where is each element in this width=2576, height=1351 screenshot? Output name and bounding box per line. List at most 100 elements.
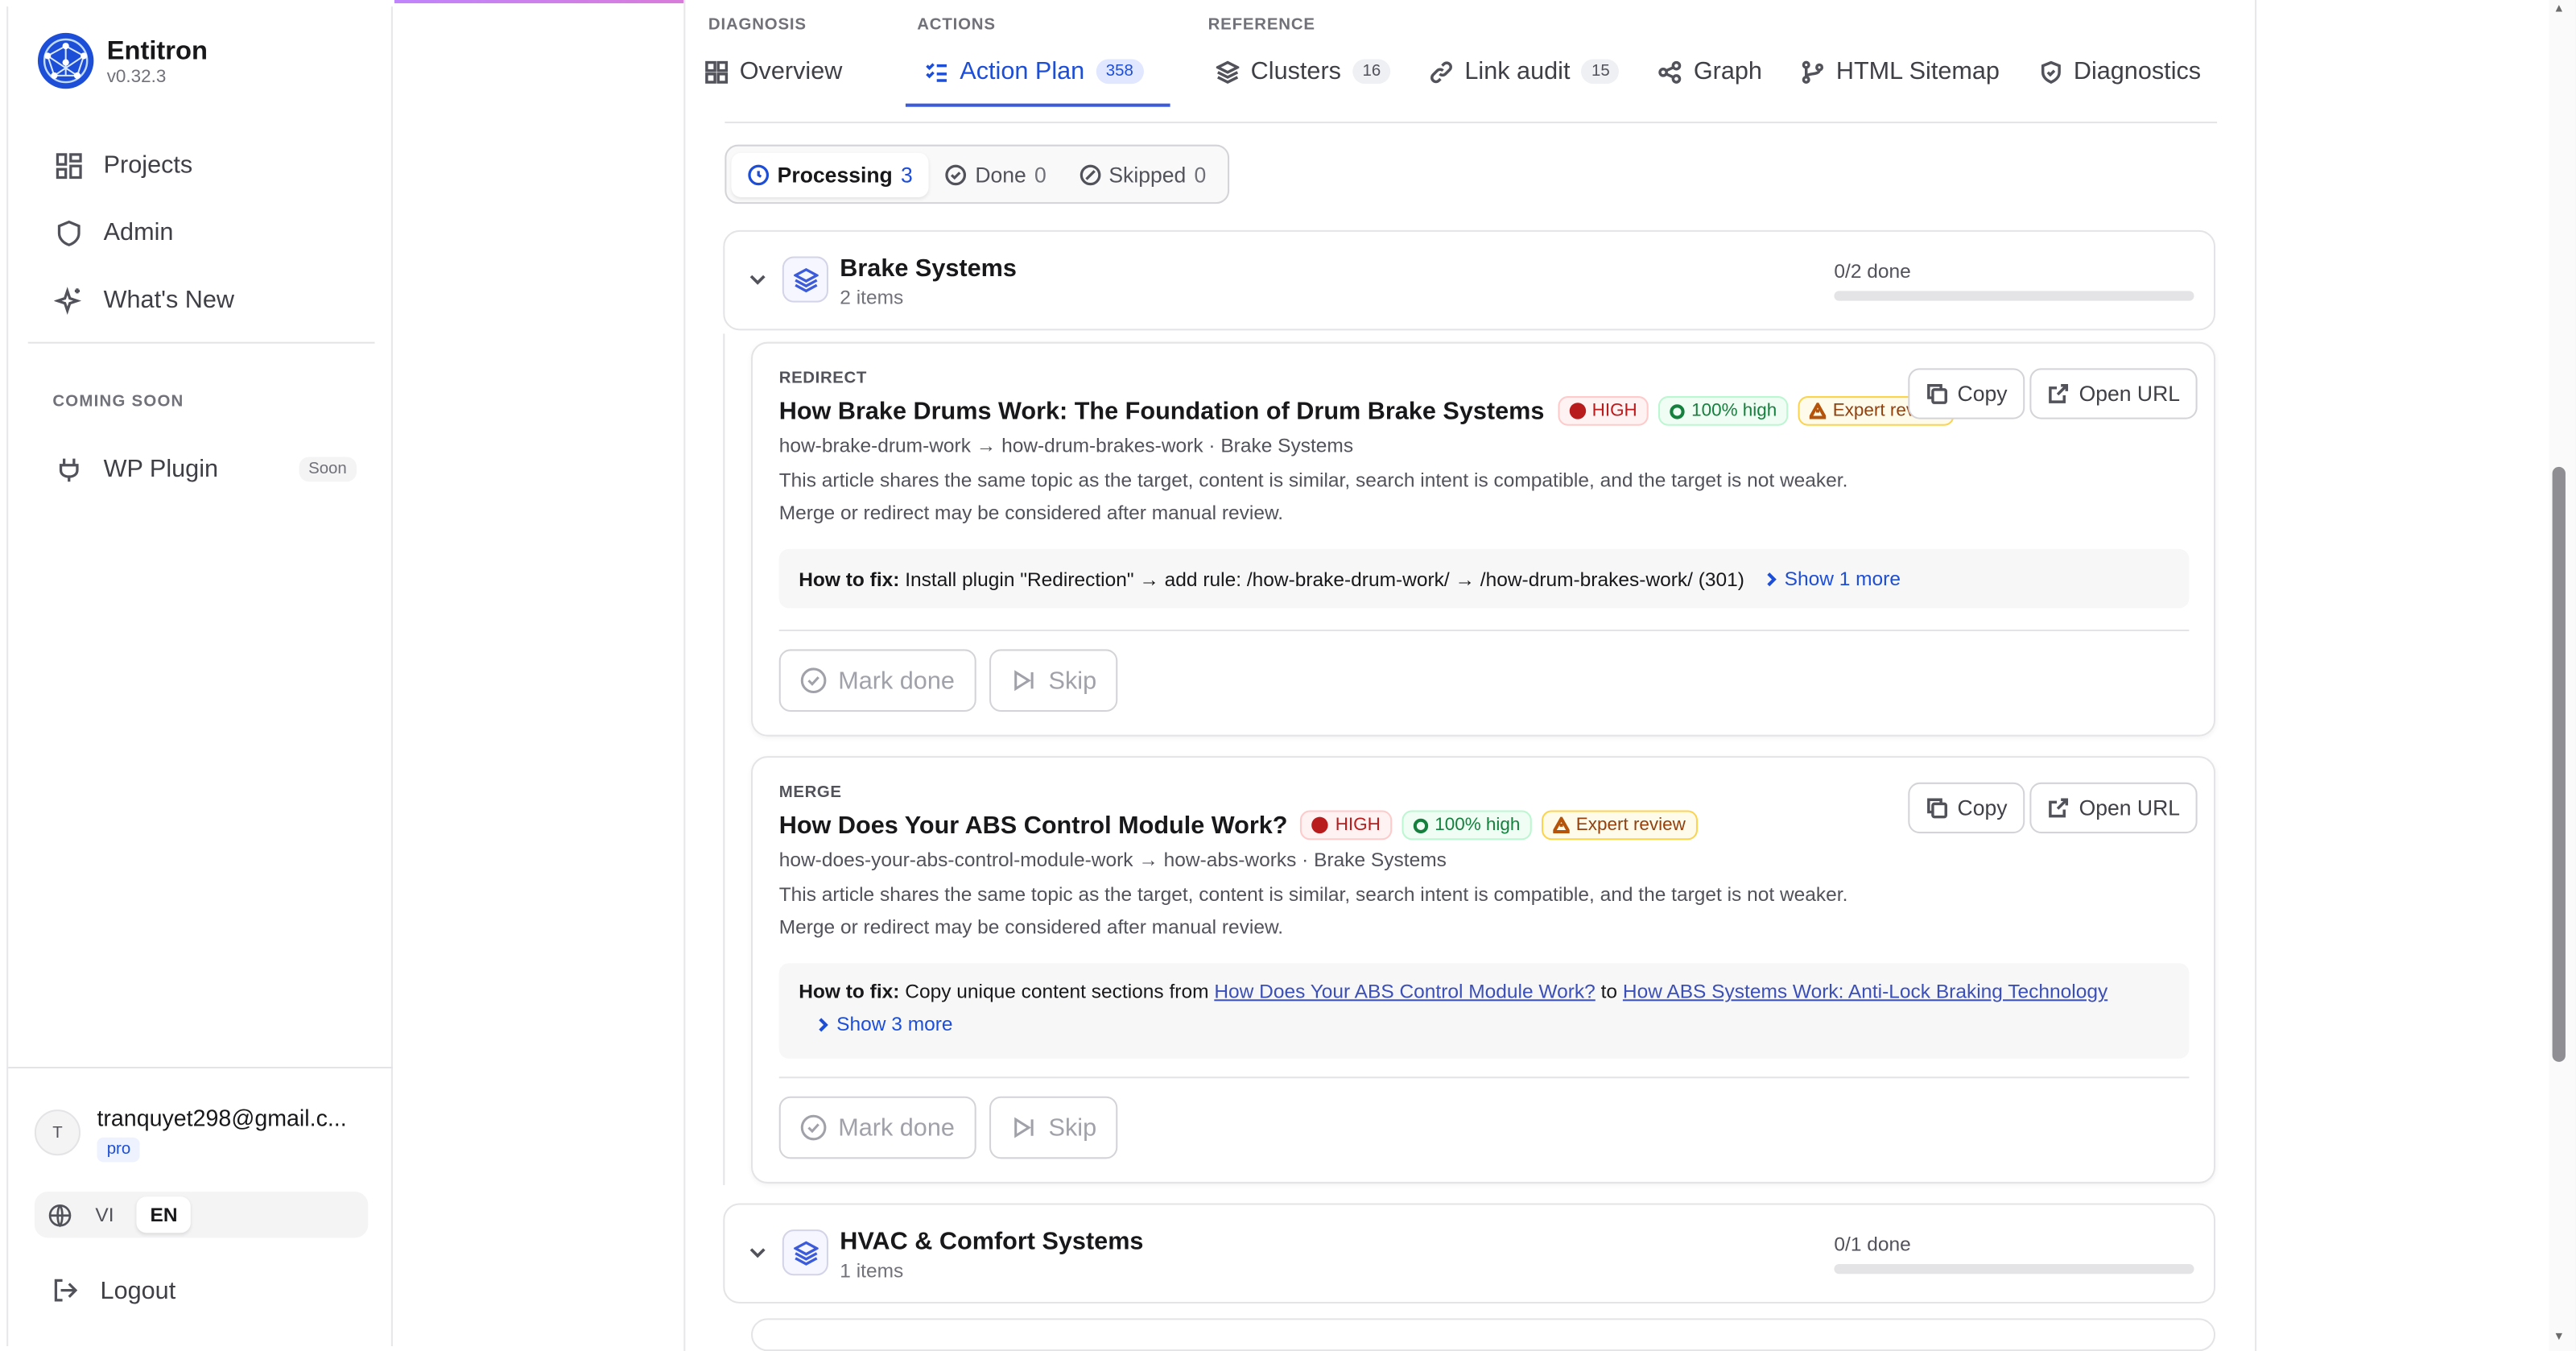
action-type: MERGE — [778, 783, 842, 803]
fix-label: How to fix: — [799, 979, 900, 1003]
show-more-button[interactable]: Show 3 more — [815, 1010, 953, 1039]
tab-group-diagnosis: DIAGNOSIS — [708, 16, 807, 35]
coming-soon-heading: COMING SOON — [52, 392, 184, 411]
share-icon — [1659, 60, 1682, 83]
filter-label: Done — [975, 162, 1026, 187]
scroll-down-arrow-icon[interactable]: ▼ — [2553, 1332, 2566, 1343]
card-divider — [778, 1076, 2190, 1079]
mark-done-button[interactable]: Mark done — [778, 649, 976, 713]
tab-bar: Overview Action Plan 358 Clusters 16 Lin… — [685, 44, 2255, 107]
sidebar-item-admin[interactable]: Admin — [28, 199, 374, 266]
fix-text: Copy unique content sections from — [905, 979, 1209, 1003]
tab-action-plan[interactable]: Action Plan 358 — [905, 44, 1170, 107]
filter-processing[interactable]: Processing 3 — [731, 151, 930, 196]
sparkles-icon — [54, 286, 82, 315]
tab-link-audit[interactable]: Link audit 15 — [1410, 44, 1639, 98]
external-link-icon — [2049, 384, 2069, 403]
cluster-title: Brake Systems — [840, 254, 1017, 283]
mark-done-button[interactable]: Mark done — [778, 1096, 976, 1159]
filter-skipped[interactable]: Skipped 0 — [1063, 152, 1222, 196]
entitron-logo-icon — [37, 32, 94, 89]
link-icon — [1430, 60, 1453, 83]
priority-label: HIGH — [1591, 401, 1637, 421]
sidebar-item-label: WP Plugin — [103, 455, 219, 484]
next-action-card — [751, 1318, 2216, 1351]
skip-forward-icon — [1014, 670, 1034, 692]
sidebar-item-label: What's New — [103, 286, 235, 314]
tab-label: Clusters — [1250, 57, 1341, 86]
tab-group-reference: REFERENCE — [1208, 16, 1315, 35]
check-circle-icon — [945, 163, 967, 185]
tab-groups: DIAGNOSIS ACTIONS REFERENCE — [708, 16, 1315, 34]
target-icon — [1670, 403, 1685, 419]
copy-label: Copy — [1957, 381, 2008, 407]
action-title-row: How Does Your ABS Control Module Work? H… — [779, 810, 1698, 841]
confidence-label: 100% high — [1691, 401, 1777, 421]
tab-html-sitemap[interactable]: HTML Sitemap — [1781, 44, 2019, 98]
cluster-card-hvac[interactable]: HVAC & Comfort Systems 1 items 0/1 done — [723, 1203, 2216, 1303]
user-profile[interactable]: T tranquyet298@gmail.c... pro — [34, 1105, 368, 1163]
scrollbar-thumb[interactable] — [2552, 466, 2566, 1062]
checklist-icon — [926, 62, 947, 81]
cluster-title: HVAC & Comfort Systems — [840, 1228, 1144, 1256]
mark-done-label: Mark done — [838, 1113, 955, 1142]
skip-label: Skip — [1048, 666, 1097, 695]
how-to-fix: How to fix: Install plugin "Redirection"… — [778, 548, 2190, 609]
priority-label: HIGH — [1335, 815, 1381, 836]
language-option-vi[interactable]: VI — [82, 1196, 127, 1233]
tab-label: Link audit — [1464, 57, 1571, 86]
filter-count: 0 — [1194, 162, 1207, 187]
open-url-button[interactable]: Open URL — [2029, 782, 2198, 834]
tab-overview[interactable]: Overview — [685, 44, 906, 98]
sidebar-item-whats-new[interactable]: What's New — [28, 266, 374, 334]
how-to-fix: How to fix: Copy unique content sections… — [778, 963, 2190, 1059]
cluster-layers-icon — [782, 1229, 828, 1276]
fix-text: Install plugin "Redirection" → add rule:… — [905, 568, 1744, 591]
action-slug-line: how-does-your-abs-control-module-work → … — [778, 848, 1447, 872]
language-option-en[interactable]: EN — [137, 1196, 191, 1233]
soon-badge: Soon — [298, 457, 357, 482]
filter-count: 3 — [900, 162, 913, 187]
filter-done[interactable]: Done 0 — [929, 152, 1063, 196]
logout-button[interactable]: Logout — [51, 1275, 175, 1305]
scroll-up-arrow-icon[interactable]: ▲ — [2553, 3, 2566, 14]
status-filter: Processing 3 Done 0 Skipped 0 — [724, 144, 1229, 205]
tab-label: Action Plan — [960, 57, 1085, 86]
cluster-card-brake-systems[interactable]: Brake Systems 2 items 0/2 done — [723, 229, 2216, 331]
filter-label: Skipped — [1108, 162, 1187, 187]
skip-button[interactable]: Skip — [989, 649, 1118, 713]
avatar: T — [34, 1109, 81, 1156]
shield-icon — [57, 219, 80, 246]
skip-button[interactable]: Skip — [989, 1096, 1118, 1159]
cluster-rail — [723, 333, 725, 1185]
cluster-progress-bar — [1834, 1263, 2194, 1275]
chevron-down-icon[interactable] — [748, 270, 767, 289]
action-card-merge: MERGE How Does Your ABS Control Module W… — [751, 756, 2216, 1184]
open-url-button[interactable]: Open URL — [2029, 368, 2198, 419]
source-article-link[interactable]: How Does Your ABS Control Module Work? — [1214, 980, 1595, 1003]
copy-button[interactable]: Copy — [1908, 782, 2025, 834]
action-type: REDIRECT — [778, 370, 867, 388]
cluster-progress-bar — [1834, 291, 2194, 301]
open-url-label: Open URL — [2079, 795, 2181, 820]
chevron-right-icon — [1766, 572, 1777, 586]
action-title-row: How Brake Drums Work: The Foundation of … — [778, 396, 1955, 426]
chevron-down-icon[interactable] — [748, 1242, 767, 1262]
show-more-button[interactable]: Show 1 more — [1763, 549, 1901, 608]
tab-diagnostics[interactable]: Diagnostics — [2019, 44, 2220, 98]
skip-label: Skip — [1048, 1113, 1097, 1142]
tab-label: Overview — [739, 57, 843, 86]
copy-button[interactable]: Copy — [1908, 368, 2025, 419]
external-link-icon — [2049, 798, 2069, 818]
target-article-link[interactable]: How ABS Systems Work: Anti-Lock Braking … — [1623, 980, 2107, 1003]
sidebar-item-wp-plugin[interactable]: WP Plugin Soon — [28, 436, 374, 503]
confidence-badge: 100% high — [1402, 810, 1532, 841]
tab-graph[interactable]: Graph — [1639, 44, 1781, 98]
tab-label: HTML Sitemap — [1835, 57, 2000, 86]
priority-badge: HIGH — [1300, 810, 1393, 841]
action-title: How Brake Drums Work: The Foundation of … — [778, 397, 1545, 425]
brand[interactable]: Entitron v0.32.3 — [37, 32, 208, 89]
tab-label: Graph — [1693, 57, 1762, 86]
tab-clusters[interactable]: Clusters 16 — [1196, 44, 1410, 98]
sidebar-item-projects[interactable]: Projects — [28, 131, 374, 199]
